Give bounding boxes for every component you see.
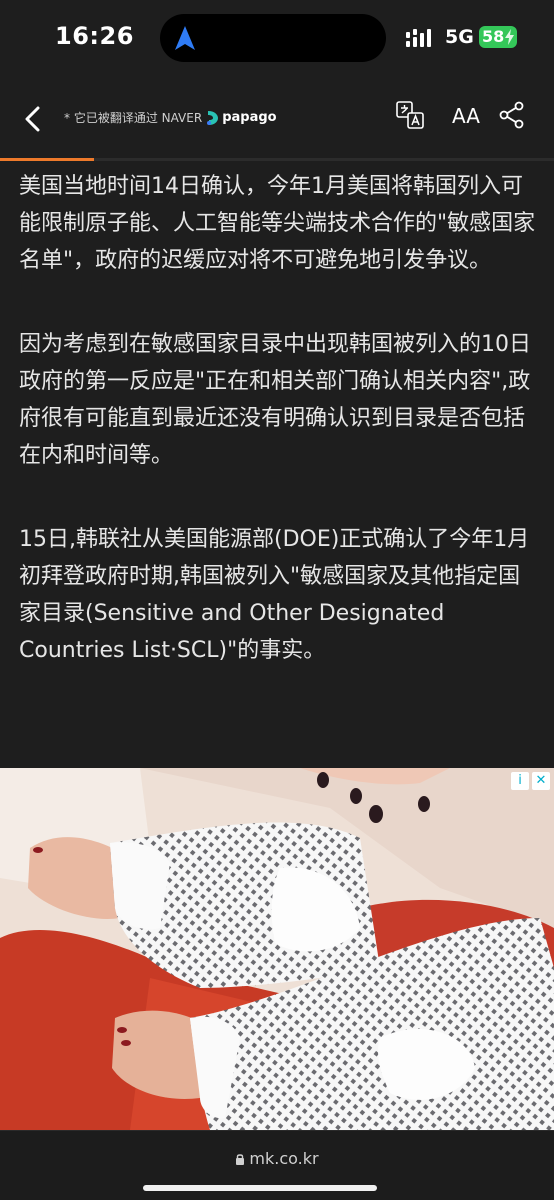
font-size-icon[interactable]: AA bbox=[452, 104, 482, 134]
battery-icon: 58 bbox=[479, 26, 517, 48]
home-indicator[interactable] bbox=[143, 1185, 377, 1191]
charging-bolt-icon bbox=[505, 29, 514, 45]
translation-note: * 它已被翻译通过 NAVER papago bbox=[64, 109, 277, 126]
ad-image[interactable] bbox=[0, 768, 554, 1130]
share-icon[interactable] bbox=[497, 100, 527, 130]
reading-progress-bar bbox=[0, 158, 554, 161]
signal-icon bbox=[406, 29, 431, 47]
article-body: 美国当地时间14日确认，今年1月美国将韩国列入可能限制原子能、人工智能等尖端技术… bbox=[19, 168, 539, 669]
article-paragraph: 美国当地时间14日确认，今年1月美国将韩国列入可能限制原子能、人工智能等尖端技术… bbox=[19, 174, 536, 273]
back-icon[interactable] bbox=[22, 104, 44, 134]
papago-brand: papago bbox=[222, 110, 277, 125]
ad-close-icon[interactable]: ✕ bbox=[532, 772, 550, 790]
ad-info-icon[interactable]: i bbox=[511, 772, 529, 790]
app-header: * 它已被翻译通过 NAVER papago AA bbox=[0, 80, 554, 158]
browser-bottom-bar: mk.co.kr bbox=[0, 1130, 554, 1200]
lock-icon bbox=[236, 1154, 245, 1165]
font-size-label: AA bbox=[452, 104, 480, 128]
ad-badge: i ✕ bbox=[511, 772, 550, 790]
status-bar: 16:26 5G 58 bbox=[0, 0, 554, 80]
advertisement-banner[interactable]: i ✕ bbox=[0, 768, 554, 1130]
navigation-arrow-icon bbox=[175, 26, 195, 50]
network-type: 5G bbox=[445, 26, 474, 48]
papago-logo-icon bbox=[207, 110, 219, 125]
article-paragraph: 因为考虑到在敏感国家目录中出现韩国被列入的10日政府的第一反应是"正在和相关部门… bbox=[19, 332, 531, 468]
status-time: 16:26 bbox=[55, 22, 134, 50]
reading-progress-fill bbox=[0, 158, 95, 161]
url-text: mk.co.kr bbox=[249, 1149, 319, 1168]
article-paragraph: 15日,韩联社从美国能源部(DOE)正式确认了今年1月初拜登政府时期,韩国被列入… bbox=[19, 527, 530, 663]
translation-note-text: * 它已被翻译通过 NAVER bbox=[64, 111, 203, 125]
battery-level: 58 bbox=[482, 27, 505, 46]
translate-icon[interactable] bbox=[395, 100, 425, 130]
url-display[interactable]: mk.co.kr bbox=[0, 1149, 554, 1168]
